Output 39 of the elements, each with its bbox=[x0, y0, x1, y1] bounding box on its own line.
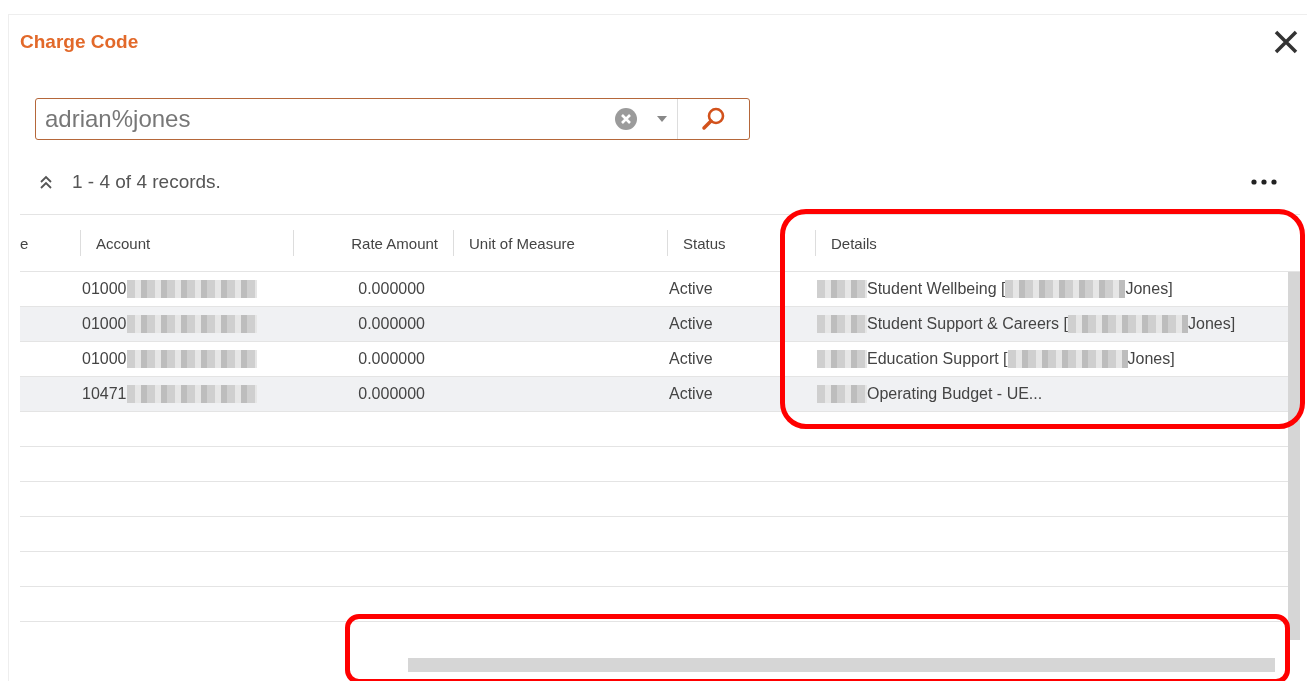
column-header[interactable]: Details bbox=[831, 234, 877, 252]
table-cell: Jones] bbox=[1188, 315, 1236, 333]
column-header[interactable]: Account bbox=[96, 234, 151, 252]
more-icon[interactable] bbox=[1251, 179, 1277, 185]
redaction-mark bbox=[817, 350, 867, 368]
table-cell: Operating Budget - UE... bbox=[867, 385, 1043, 403]
search-icon bbox=[700, 106, 727, 132]
redaction-mark bbox=[817, 280, 867, 298]
table-cell: Education Support [ bbox=[867, 350, 1008, 368]
horizontal-scrollbar[interactable] bbox=[408, 658, 1275, 672]
column-header[interactable]: Rate Amount bbox=[351, 234, 438, 252]
dialog-title: Charge Code bbox=[20, 31, 139, 53]
records-count: 1 - 4 of 4 records. bbox=[72, 171, 222, 193]
table-cell: 0.000000 bbox=[358, 280, 425, 298]
table-cell: Active bbox=[669, 315, 713, 333]
search-box[interactable]: adrian%jones bbox=[35, 98, 750, 140]
vertical-scrollbar[interactable] bbox=[1288, 272, 1300, 640]
column-header[interactable]: Status bbox=[683, 234, 726, 252]
search-field[interactable]: adrian%jones bbox=[36, 101, 605, 137]
table-cell: Student Support & Careers [ bbox=[867, 315, 1068, 333]
table-cell: Active bbox=[669, 280, 713, 298]
table-cell: 10471 bbox=[82, 385, 127, 403]
close-button[interactable] bbox=[1273, 29, 1299, 55]
table-cell: 0.000000 bbox=[358, 315, 425, 333]
table-cell: Jones] bbox=[1127, 350, 1175, 368]
table-cell: 01000 bbox=[82, 315, 127, 333]
redaction-mark bbox=[817, 385, 867, 403]
collapse-icon[interactable] bbox=[38, 174, 54, 190]
table-cell: Active bbox=[669, 385, 713, 403]
table-cell: Jones] bbox=[1125, 280, 1173, 298]
column-header[interactable]: Unit of Measure bbox=[469, 234, 575, 252]
table-cell: 01000 bbox=[82, 280, 127, 298]
redaction-mark bbox=[817, 315, 867, 333]
column-header[interactable]: e bbox=[20, 234, 29, 252]
table-cell: 0.000000 bbox=[358, 385, 425, 403]
table-cell: 0.000000 bbox=[358, 350, 425, 368]
table-cell: 01000 bbox=[82, 350, 127, 368]
table-cell: Active bbox=[669, 350, 713, 368]
table-cell: Student Wellbeing [ bbox=[867, 280, 1006, 298]
